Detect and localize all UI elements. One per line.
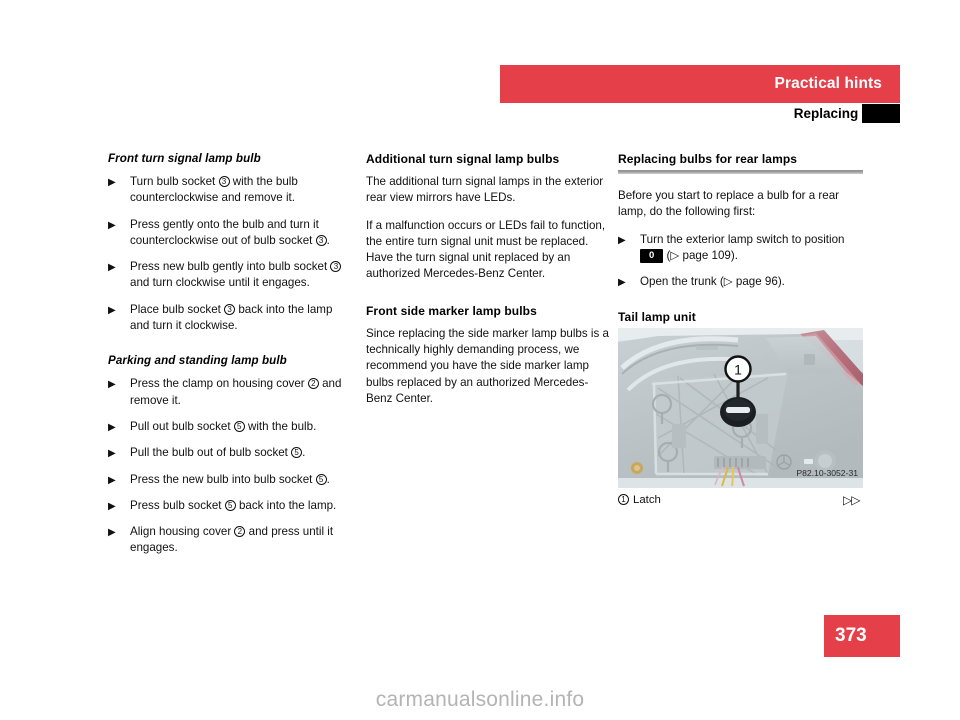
page-number-badge: 373 xyxy=(824,615,900,657)
step-text: Press the new bulb into bulb socket xyxy=(130,472,316,486)
step-text-cont: with the bulb. xyxy=(244,419,317,433)
step-item: ▶ Press gently onto the bulb and turn it … xyxy=(108,217,354,250)
component-ref-number: 3 xyxy=(330,261,342,273)
heading-front-side-marker: Front side marker lamp bulbs xyxy=(366,303,537,318)
step-bullet-icon: ▶ xyxy=(108,474,116,486)
column-one: Front turn signal lamp bulb ▶ Turn bulb s… xyxy=(108,152,354,567)
component-ref-number: 5 xyxy=(224,499,236,511)
tail-lamp-unit-illustration: 1 P82.10-3052-31 xyxy=(618,328,863,488)
step-bullet-icon: ▶ xyxy=(108,262,116,274)
component-ref-number: 2 xyxy=(234,526,246,538)
step-text: Place bulb socket xyxy=(130,302,225,316)
heading-tail-lamp-unit: Tail lamp unit xyxy=(618,310,696,325)
step-bullet-icon: ▶ xyxy=(108,304,116,316)
manual-page: Practical hints Replacing bulbs Front tu… xyxy=(0,0,960,720)
step-item: ▶ Turn bulb socket 3 with the bulb counte… xyxy=(108,174,354,207)
step-text-cont: . xyxy=(326,233,330,247)
step-bullet-icon: ▶ xyxy=(108,177,116,188)
step-text-cont: . xyxy=(302,446,306,460)
caption-ref-number: 1 xyxy=(618,494,629,505)
page-reference: (▷ page 109). xyxy=(663,248,738,262)
step-item: ▶ Press the new bulb into bulb socket 5. xyxy=(108,472,354,488)
component-ref-number: 2 xyxy=(307,378,319,390)
component-ref-number: 3 xyxy=(315,234,327,246)
step-text: Align housing cover xyxy=(130,525,235,539)
step-text: Press new bulb gently into bulb socket xyxy=(130,260,331,274)
heading-additional-turn-signal: Additional turn signal lamp bulbs xyxy=(366,152,560,166)
step-bullet-icon: ▶ xyxy=(108,219,116,231)
caption-text: Latch xyxy=(633,494,661,506)
step-item: ▶ Place bulb socket 3 back into the lamp … xyxy=(108,302,354,335)
step-item: ▶ Pull out bulb socket 5 with the bulb. xyxy=(108,419,354,435)
paragraph-side-marker: Since replacing the side marker lamp bul… xyxy=(366,326,609,405)
step-item: ▶ Pull the bulb out of bulb socket 5. xyxy=(108,445,354,461)
component-ref-number: 5 xyxy=(291,447,303,459)
step-text: Turn the exterior lamp switch to positio… xyxy=(640,232,845,246)
step-bullet-icon: ▶ xyxy=(108,379,116,391)
page-number: 373 xyxy=(835,625,867,646)
step-text: Press bulb socket xyxy=(130,498,225,512)
paragraph-additional-leds: The additional turn signal lamps in the … xyxy=(366,175,604,205)
step-item: ▶ Press new bulb gently into bulb socket … xyxy=(108,259,354,292)
step-bullet-icon: ▶ xyxy=(108,527,116,539)
step-item: ▶ Open the trunk (▷ page 96). xyxy=(618,274,863,290)
step-bullet-icon: ▶ xyxy=(618,277,626,289)
step-text: Open the trunk (▷ page 96). xyxy=(640,275,785,289)
component-ref-number: 5 xyxy=(315,473,327,485)
site-watermark: carmanualsonline.info xyxy=(375,688,585,711)
component-ref-number: 3 xyxy=(224,303,236,315)
step-text: Press gently onto the bulb and turn it c… xyxy=(130,217,319,247)
step-bullet-icon: ▶ xyxy=(108,448,116,460)
paragraph-before-you-start: Before you start to replace a bulb for a… xyxy=(618,189,840,219)
steps-parking-standing-lamp: ▶ Press the clamp on housing cover 2 and … xyxy=(108,376,354,556)
step-item: ▶ Press bulb socket 5 back into the lamp. xyxy=(108,498,354,514)
step-bullet-icon: ▶ xyxy=(108,421,116,433)
lamp-switch-position-icon: 0 xyxy=(640,248,664,263)
heading-rule xyxy=(618,170,863,174)
step-item: ▶ Align housing cover 2 and press until i… xyxy=(108,524,354,557)
continuation-marker: ▷▷ xyxy=(843,493,860,507)
step-text: Press the clamp on housing cover xyxy=(130,377,308,391)
section-header-bar: Practical hints xyxy=(500,65,900,103)
step-bullet-icon: ▶ xyxy=(618,234,626,246)
component-ref-number: 5 xyxy=(233,420,245,432)
paragraph-malfunction: If a malfunction occurs or LEDs fail to … xyxy=(366,218,606,281)
heading-replacing-rear-bulbs: Replacing bulbs for rear lamps xyxy=(618,152,798,166)
svg-text:1: 1 xyxy=(734,362,742,378)
step-item: ▶ Turn the exterior lamp switch to positi… xyxy=(618,232,863,265)
step-text: Pull out bulb socket xyxy=(130,419,234,433)
tail-lamp-diagram: 1 P82.10-3052-31 xyxy=(618,328,863,488)
svg-text:P82.10-3052-31: P82.10-3052-31 xyxy=(796,468,858,478)
chapter-thumb-tab xyxy=(862,104,900,123)
step-text: Pull the bulb out of bulb socket xyxy=(130,446,292,460)
column-two: Additional turn signal lamp bulbs The ad… xyxy=(366,152,612,418)
step-text-cont: back into the lamp. xyxy=(235,498,337,512)
step-bullet-icon: ▶ xyxy=(108,500,116,512)
section-title: Practical hints xyxy=(774,75,882,92)
column-three: Replacing bulbs for rear lamps Before yo… xyxy=(618,152,863,332)
figure-caption: 1 Latch xyxy=(618,494,661,506)
component-ref-number: 3 xyxy=(218,176,230,187)
heading-parking-standing-lamp: Parking and standing lamp bulb xyxy=(108,354,287,368)
steps-rear-lamp-prep: ▶ Turn the exterior lamp switch to positi… xyxy=(618,232,863,291)
step-item: ▶ Press the clamp on housing cover 2 and … xyxy=(108,376,354,409)
steps-front-turn-signal: ▶ Turn bulb socket 3 with the bulb counte… xyxy=(108,174,354,334)
step-text-cont: . xyxy=(326,472,330,486)
step-text: Turn bulb socket xyxy=(130,175,219,188)
heading-front-turn-signal: Front turn signal lamp bulb xyxy=(108,152,261,165)
step-text-cont: and turn clockwise until it engages. xyxy=(130,276,310,290)
